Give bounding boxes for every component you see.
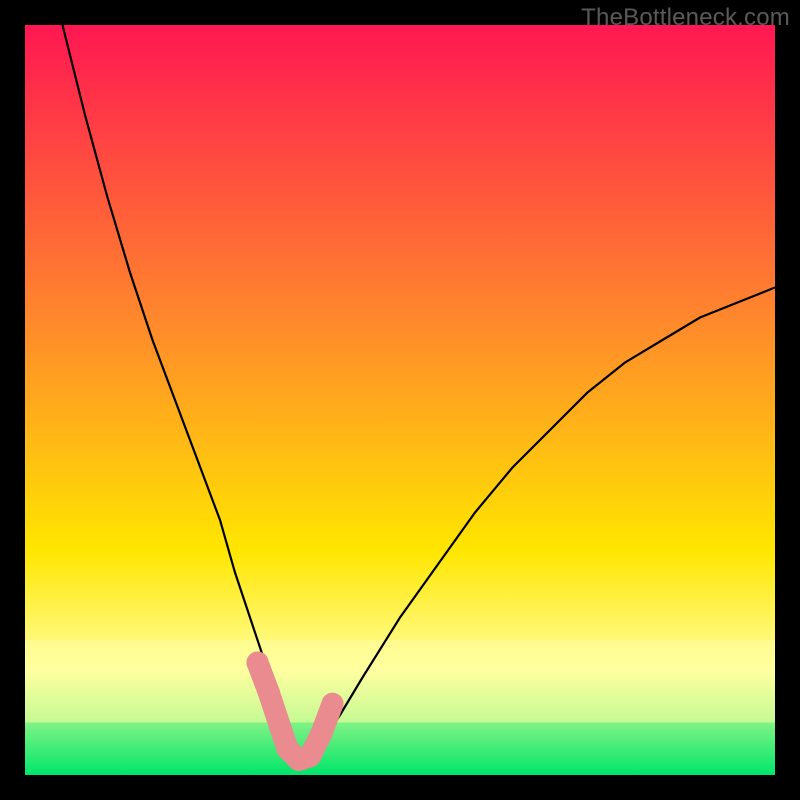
highlight-dot (310, 723, 332, 745)
highlight-dot (322, 693, 344, 715)
highlight-dot (269, 715, 291, 737)
highlight-dot (299, 745, 321, 767)
watermark-label: TheBottleneck.com (581, 4, 790, 32)
plot-svg (25, 25, 775, 775)
chart-frame: TheBottleneck.com (0, 0, 800, 800)
pale-band (25, 640, 775, 723)
plot-area (25, 25, 775, 775)
highlight-dot (247, 652, 269, 674)
highlight-dot (258, 682, 280, 704)
